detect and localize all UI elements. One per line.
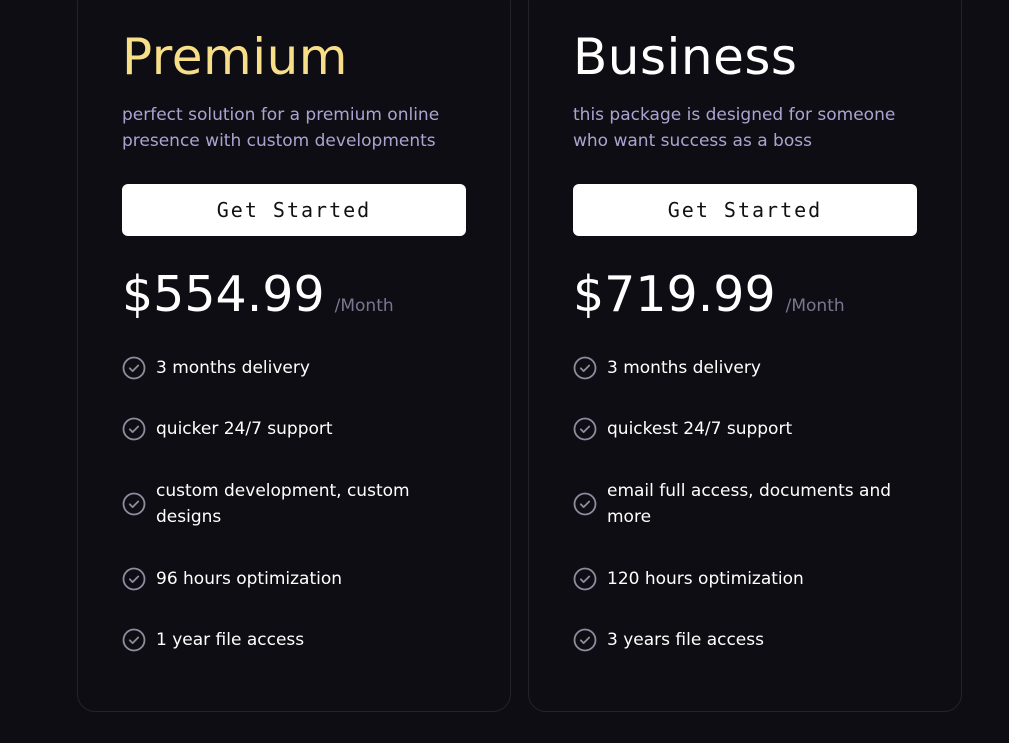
feature-text: custom development, custom designs — [156, 481, 410, 527]
check-circle-icon — [122, 417, 146, 441]
feature-item: 120 hours optimization — [573, 566, 933, 592]
feature-item: email full access, documents and more — [573, 478, 933, 530]
pricing-card-business: Business this package is designed for so… — [528, 0, 962, 712]
feature-item: 3 months delivery — [573, 355, 933, 381]
plan-price: $554.99 — [122, 266, 325, 323]
pricing-card-premium: Premium perfect solution for a premium o… — [77, 0, 511, 712]
check-circle-icon — [122, 356, 146, 380]
feature-text: 1 year file access — [156, 630, 305, 650]
feature-item: quickest 24/7 support — [573, 416, 933, 442]
get-started-button[interactable]: Get Started — [122, 184, 466, 236]
price-row: $554.99 /Month — [122, 265, 394, 325]
feature-item: 3 months delivery — [122, 355, 482, 381]
feature-item: quicker 24/7 support — [122, 416, 482, 442]
check-circle-icon — [122, 567, 146, 591]
feature-text: email full access, documents and more — [607, 481, 892, 527]
plan-title: Premium — [122, 28, 348, 86]
plan-price: $719.99 — [573, 266, 776, 323]
feature-item: 1 year file access — [122, 627, 482, 653]
check-circle-icon — [573, 628, 597, 652]
feature-item: custom development, custom designs — [122, 478, 482, 530]
get-started-button[interactable]: Get Started — [573, 184, 917, 236]
plan-subtitle: this package is designed for someone who… — [573, 105, 896, 151]
feature-text: 3 months delivery — [607, 358, 761, 378]
feature-text: 96 hours optimization — [156, 569, 343, 589]
check-circle-icon — [573, 567, 597, 591]
feature-item: 3 years file access — [573, 627, 933, 653]
feature-item: 96 hours optimization — [122, 566, 482, 592]
check-circle-icon — [573, 356, 597, 380]
price-row: $719.99 /Month — [573, 265, 845, 325]
price-period: /Month — [785, 296, 845, 316]
check-circle-icon — [122, 628, 146, 652]
plan-subtitle: perfect solution for a premium online pr… — [122, 105, 440, 151]
feature-text: quicker 24/7 support — [156, 419, 333, 439]
plan-title: Business — [573, 28, 798, 86]
price-period: /Month — [334, 296, 394, 316]
feature-text: 120 hours optimization — [607, 569, 804, 589]
check-circle-icon — [122, 492, 146, 516]
feature-text: 3 years file access — [607, 630, 764, 650]
check-circle-icon — [573, 417, 597, 441]
check-circle-icon — [573, 492, 597, 516]
feature-text: quickest 24/7 support — [607, 419, 793, 439]
feature-text: 3 months delivery — [156, 358, 310, 378]
